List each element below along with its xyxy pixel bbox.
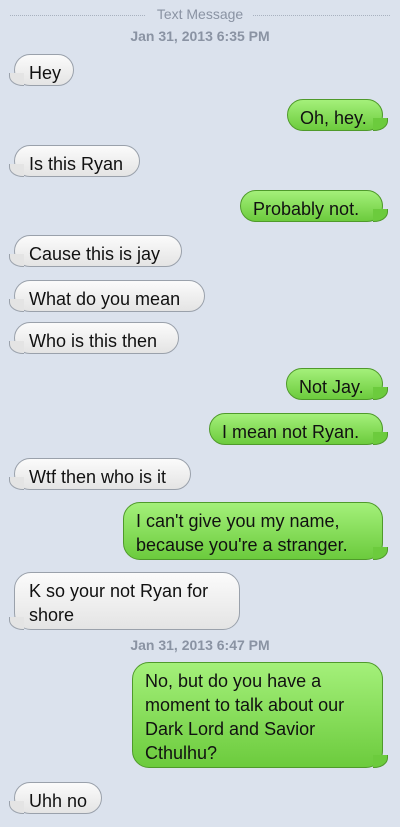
timestamp: Jan 31, 2013 6:47 PM xyxy=(130,637,270,653)
sent-message-bubble[interactable]: Probably not. xyxy=(240,190,388,222)
sent-message-bubble[interactable]: I can't give you my name, because you're… xyxy=(123,502,388,560)
received-message-bubble[interactable]: What do you mean xyxy=(9,280,205,312)
sent-message-bubble[interactable]: Oh, hey. xyxy=(287,99,388,131)
message-thread[interactable]: Text Message Jan 31, 2013 6:35 PM Hey Oh… xyxy=(0,0,400,827)
sent-message-bubble[interactable]: I mean not Ryan. xyxy=(209,413,388,445)
received-message-bubble[interactable]: K so your not Ryan for shore xyxy=(9,572,240,630)
received-message-bubble[interactable]: Uhh no xyxy=(9,782,102,814)
received-message-bubble[interactable]: Is this Ryan xyxy=(9,145,140,177)
sent-message-bubble[interactable]: No, but do you have a moment to talk abo… xyxy=(132,662,388,768)
received-message-bubble[interactable]: Hey xyxy=(9,54,74,86)
received-message-bubble[interactable]: Wtf then who is it xyxy=(9,458,191,490)
received-message-bubble[interactable]: Cause this is jay xyxy=(9,235,182,267)
sent-message-bubble[interactable]: Not Jay. xyxy=(286,368,388,400)
timestamp: Jan 31, 2013 6:35 PM xyxy=(130,28,270,44)
received-message-bubble[interactable]: Who is this then xyxy=(9,322,179,354)
conversation-header: Text Message xyxy=(0,5,400,25)
conversation-type-label: Text Message xyxy=(156,6,244,22)
divider-line-right xyxy=(253,15,390,16)
